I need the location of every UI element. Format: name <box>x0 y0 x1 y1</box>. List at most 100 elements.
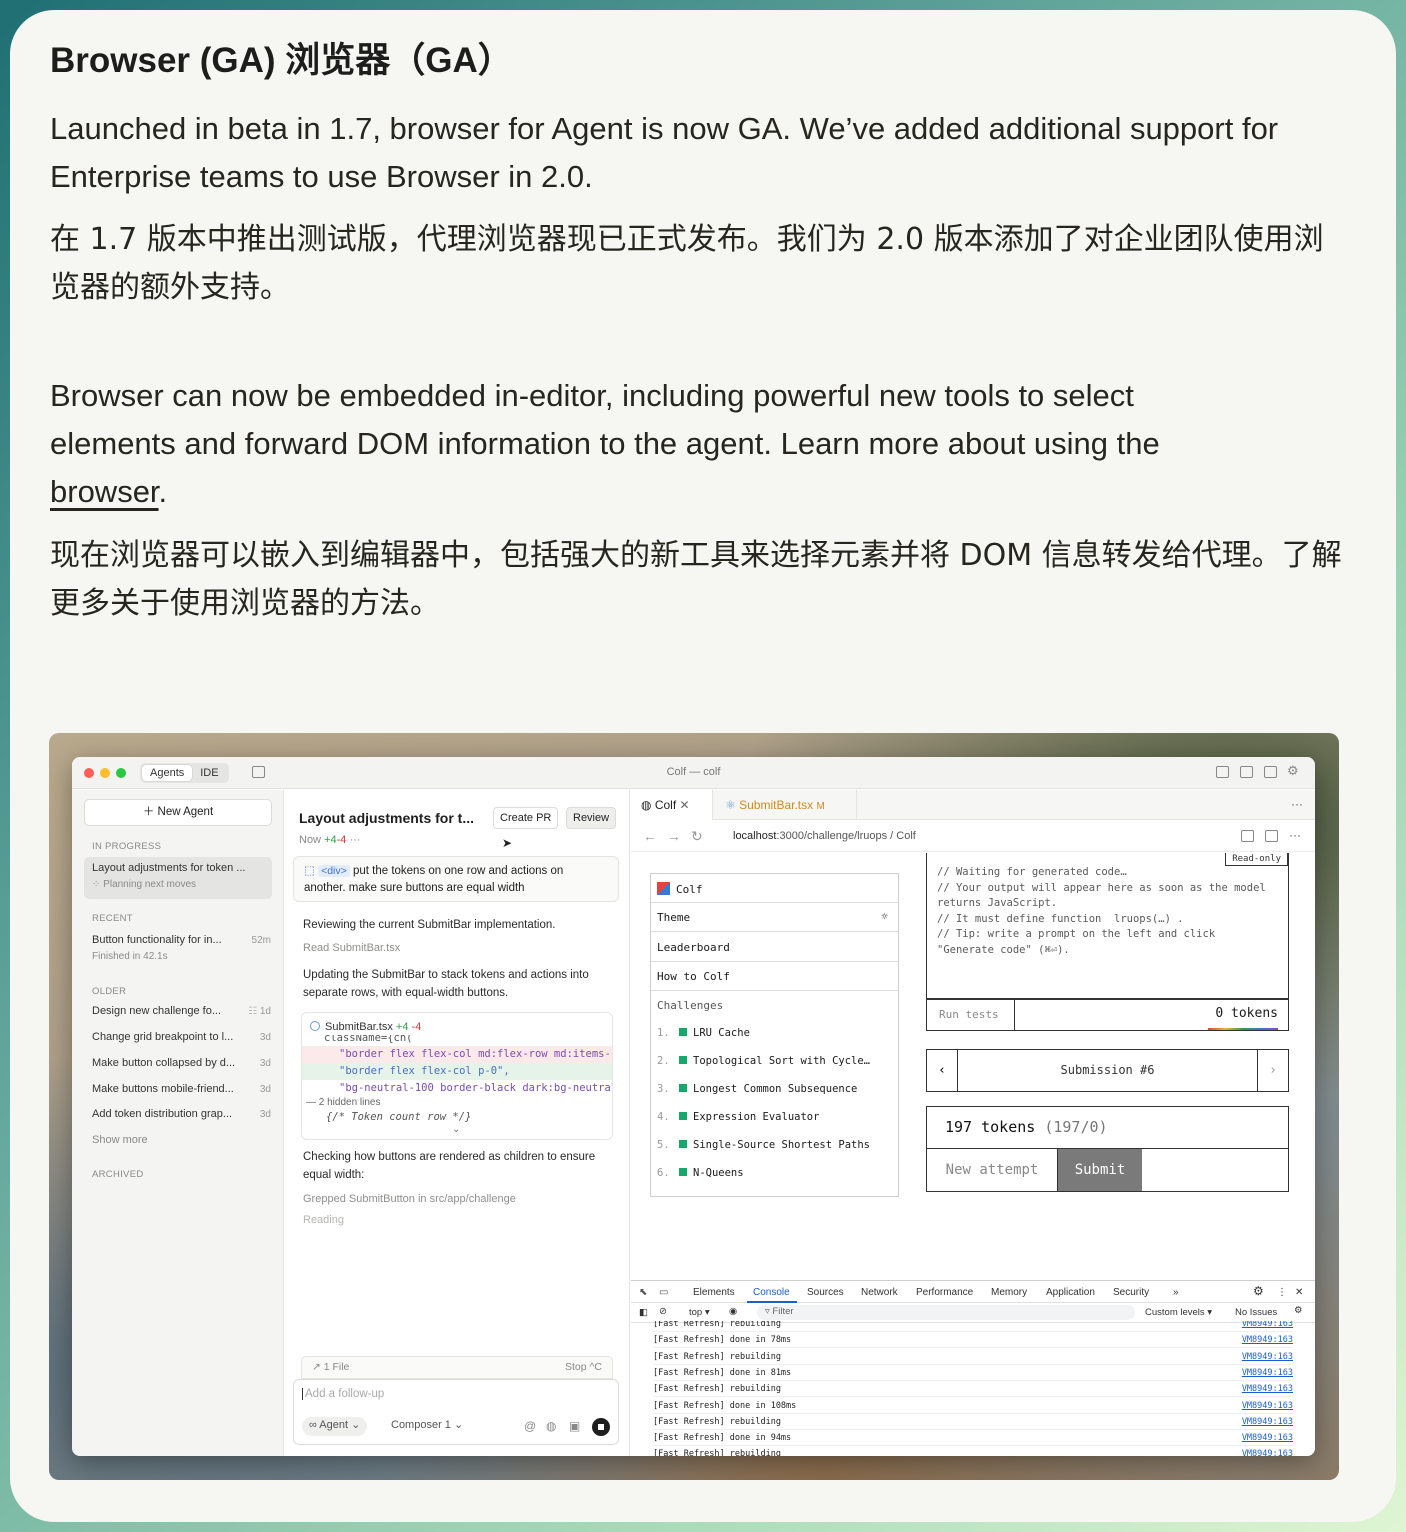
panel-bottom-icon[interactable] <box>1240 766 1253 778</box>
log-source-link[interactable]: VM8949:163 <box>1242 1446 1293 1456</box>
close-icon[interactable]: ✕ <box>1295 1287 1303 1298</box>
spinner-icon: ⁘ <box>92 879 104 890</box>
back-icon[interactable]: ← <box>643 828 657 844</box>
new-agent-button[interactable]: ＋ New Agent <box>84 799 272 826</box>
chevron-left-icon[interactable]: ‹ <box>927 1050 958 1091</box>
colf-brand[interactable]: Colf <box>651 874 898 903</box>
challenge-item[interactable]: 2. Topological Sort with Cycle… <box>657 1055 870 1067</box>
sidebar-item-older[interactable]: Add token distribution grap... <box>92 1108 242 1120</box>
sidebar-item-older[interactable]: Design new challenge fo... <box>92 1005 242 1017</box>
select-element-icon[interactable] <box>1241 830 1254 842</box>
paragraph-1-cn: 在 1.7 版本中推出测试版，代理浏览器现已正式发布。我们为 2.0 版本添加了… <box>50 222 1324 305</box>
followup-input[interactable]: Add a follow-up <box>302 1388 384 1400</box>
context-dropdown[interactable]: top ▾ <box>689 1307 710 1318</box>
challenge-item[interactable]: 1. LRU Cache <box>657 1027 750 1039</box>
tab-application[interactable]: Application <box>1046 1287 1095 1298</box>
sidebar-item-age: 3d <box>259 1058 271 1069</box>
chevron-right-icon[interactable]: › <box>1257 1050 1288 1091</box>
sidebar-item-recent[interactable]: Button functionality for in... <box>92 934 242 946</box>
close-tab-icon[interactable]: ✕ <box>680 798 690 812</box>
react-file-icon <box>310 1021 320 1031</box>
run-tests-button[interactable]: Run tests <box>927 1000 1015 1030</box>
tab-network[interactable]: Network <box>861 1287 898 1298</box>
leaderboard-link[interactable]: Leaderboard <box>651 933 898 962</box>
panel-left-icon[interactable] <box>1216 766 1229 778</box>
more-icon[interactable]: ··· <box>1291 797 1303 811</box>
tab-memory[interactable]: Memory <box>991 1287 1027 1298</box>
gear-icon[interactable]: ⚙ <box>1287 763 1299 779</box>
tab-sources[interactable]: Sources <box>807 1287 844 1298</box>
diff-file: SubmitBar.tsx <box>325 1021 393 1033</box>
issues-label[interactable]: No Issues <box>1235 1307 1277 1318</box>
read-file[interactable]: SubmitBar.tsx <box>332 942 400 954</box>
levels-dropdown[interactable]: Custom levels ▾ <box>1145 1307 1212 1318</box>
log-source-link[interactable]: VM8949:163 <box>1242 1321 1293 1332</box>
files-label[interactable]: 1 File <box>324 1361 350 1373</box>
sidebar-item-older[interactable]: Make buttons mobile-friend... <box>92 1083 242 1095</box>
tab-elements[interactable]: Elements <box>693 1287 735 1298</box>
gear-icon[interactable]: ⚙ <box>1253 1284 1264 1298</box>
url-input[interactable]: localhost:3000/challenge/lruops / Colf <box>733 830 916 842</box>
challenge-item[interactable]: 4. Expression Evaluator <box>657 1111 819 1123</box>
console-log-row: [Fast Refresh] done in 78ms VM8949:163 <box>653 1332 1293 1349</box>
stop-button[interactable] <box>592 1418 610 1436</box>
model-dropdown[interactable]: Composer 1 ⌄ <box>384 1417 470 1436</box>
list-icon: ☷ <box>248 1006 260 1017</box>
more-icon[interactable]: ··· <box>349 834 360 846</box>
settings-icon[interactable]: ⚙ <box>1294 1305 1303 1316</box>
log-source-link[interactable]: VM8949:163 <box>1242 1332 1293 1348</box>
log-source-link[interactable]: VM8949:163 <box>1242 1430 1293 1446</box>
challenge-item[interactable]: 3. Longest Common Subsequence <box>657 1083 857 1095</box>
eye-icon[interactable]: ◉ <box>729 1306 737 1317</box>
create-pr-button[interactable]: Create PR <box>493 807 559 829</box>
new-attempt-button[interactable]: New attempt <box>927 1149 1058 1191</box>
more-icon[interactable]: ··· <box>1289 828 1301 842</box>
forward-icon[interactable]: → <box>667 828 681 844</box>
tab-performance[interactable]: Performance <box>916 1287 973 1298</box>
reload-icon[interactable]: ↻ <box>691 828 703 845</box>
sidebar-item-older[interactable]: Make button collapsed by d... <box>92 1057 242 1069</box>
inspect-icon[interactable]: ⬉ <box>639 1287 647 1298</box>
screenshot-icon[interactable] <box>1265 830 1278 842</box>
tab-security[interactable]: Security <box>1113 1287 1149 1298</box>
sidebar-item-older[interactable]: Change grid breakpoint to l... <box>92 1031 242 1043</box>
log-source-link[interactable]: VM8949:163 <box>1242 1349 1293 1365</box>
chevron-down-icon[interactable]: ⌄ <box>452 1124 460 1135</box>
log-text: [Fast Refresh] rebuilding <box>653 1351 781 1362</box>
log-source-link[interactable]: VM8949:163 <box>1242 1381 1293 1397</box>
diff-header[interactable]: SubmitBar.tsx +4 -4 <box>310 1021 421 1033</box>
hidden-lines[interactable]: — 2 hidden lines <box>306 1097 381 1108</box>
challenges-heading: Challenges <box>657 999 724 1012</box>
browser-link[interactable]: browser <box>50 474 159 509</box>
element-tag[interactable]: <div> <box>318 865 350 877</box>
show-more-link[interactable]: Show more <box>92 1134 272 1146</box>
grep-detail: SubmitButton in src/app/challenge <box>348 1193 516 1205</box>
tab-console[interactable]: Console <box>753 1287 790 1298</box>
more-tabs-icon[interactable]: » <box>1173 1287 1179 1298</box>
challenge-item[interactable]: 5. Single-Source Shortest Paths <box>657 1139 870 1151</box>
mode-dropdown[interactable]: ∞ Agent ⌄ <box>302 1417 368 1436</box>
tab-colf[interactable]: ◍ Colf ✕ <box>631 790 713 820</box>
how-to-link[interactable]: How to Colf <box>651 962 898 991</box>
image-icon[interactable]: ▣ <box>569 1419 580 1433</box>
output-placeholder: // Waiting for generated code… // Your o… <box>937 866 1266 956</box>
sidebar-icon[interactable]: ◧ <box>639 1307 648 1318</box>
panel-right-icon[interactable] <box>1264 766 1277 778</box>
filter-input[interactable]: ▿ Filter <box>757 1305 1135 1320</box>
log-source-link[interactable]: VM8949:163 <box>1242 1398 1293 1414</box>
device-icon[interactable]: ▭ <box>659 1287 668 1298</box>
code-diff: SubmitBar.tsx +4 -4 className={cn( "bord… <box>301 1012 613 1140</box>
kebab-icon[interactable]: ⋮ <box>1277 1287 1287 1298</box>
log-source-link[interactable]: VM8949:163 <box>1242 1414 1293 1430</box>
review-button[interactable]: Review <box>566 807 617 829</box>
submit-button[interactable]: Submit <box>1058 1149 1142 1191</box>
globe-icon[interactable]: ◍ <box>546 1419 556 1433</box>
at-mention-icon[interactable]: @ <box>524 1419 536 1433</box>
stop-label[interactable]: Stop ^C <box>565 1361 602 1373</box>
tab-submitbar[interactable]: ⚛ SubmitBar.tsx M <box>715 790 857 820</box>
theme-row[interactable]: Theme ☼ <box>651 903 898 932</box>
clear-icon[interactable]: ⊘ <box>659 1306 667 1317</box>
challenge-item[interactable]: 6. N-Queens <box>657 1167 744 1179</box>
browser-page: Colf Theme ☼ Leaderboard How to Colf Chal… <box>631 853 1315 1203</box>
log-source-link[interactable]: VM8949:163 <box>1242 1365 1293 1381</box>
